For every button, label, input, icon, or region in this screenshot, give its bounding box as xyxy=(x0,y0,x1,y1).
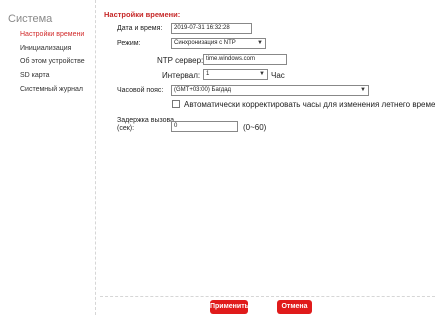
chevron-down-icon: ▼ xyxy=(360,87,366,93)
sidebar-item-time-settings[interactable]: Настройки времени xyxy=(20,31,84,38)
delay-field[interactable]: 0 xyxy=(171,121,238,132)
timezone-label: Часовой пояс: xyxy=(117,87,164,94)
mode-label: Режим: xyxy=(117,40,141,47)
dst-checkbox[interactable] xyxy=(172,100,180,108)
chevron-down-icon: ▼ xyxy=(259,71,265,77)
timezone-select-value: (GMT+03:00) Багдад xyxy=(174,87,232,93)
sidebar-item-about-device[interactable]: Об этом устройстве xyxy=(20,58,85,65)
datetime-field[interactable]: 2019-07-31 16:32:28 xyxy=(171,23,252,34)
apply-button[interactable]: Применить xyxy=(210,300,249,314)
mode-select[interactable]: Синхронизация с NTP ▼ xyxy=(171,38,266,49)
interval-unit: Час xyxy=(271,71,285,80)
section-title: Настройки времени: xyxy=(104,10,181,19)
footer-divider xyxy=(100,296,435,297)
interval-select[interactable]: 1 ▼ xyxy=(203,69,268,80)
timezone-select[interactable]: (GMT+03:00) Багдад ▼ xyxy=(171,85,369,96)
interval-label: Интервал: xyxy=(162,71,201,80)
sidebar-title: Система xyxy=(8,13,53,25)
delay-range-hint: (0~60) xyxy=(243,123,267,132)
mode-select-value: Синхронизация с NTP xyxy=(174,40,236,46)
ntp-server-label: NTP сервер: xyxy=(157,56,204,65)
sidebar-item-initialization[interactable]: Инициализация xyxy=(20,45,71,52)
dst-label: Автоматически корректировать часы для из… xyxy=(184,100,435,109)
ntp-server-field[interactable]: time.windows.com xyxy=(203,54,287,65)
main-content: Настройки времени: Дата и время: 2019-07… xyxy=(100,0,435,315)
delay-label-line-1: Задержка вызова xyxy=(117,117,175,124)
interval-select-value: 1 xyxy=(206,71,210,77)
sidebar-item-system-log[interactable]: Системный журнал xyxy=(20,86,83,93)
datetime-label: Дата и время: xyxy=(117,25,163,32)
sidebar-item-sd-card[interactable]: SD карта xyxy=(20,72,50,79)
sidebar: Система Настройки времени Инициализация … xyxy=(0,0,96,315)
chevron-down-icon: ▼ xyxy=(257,40,263,46)
cancel-button[interactable]: Отмена xyxy=(277,300,312,314)
delay-label-line-2: (сек): xyxy=(117,125,135,132)
